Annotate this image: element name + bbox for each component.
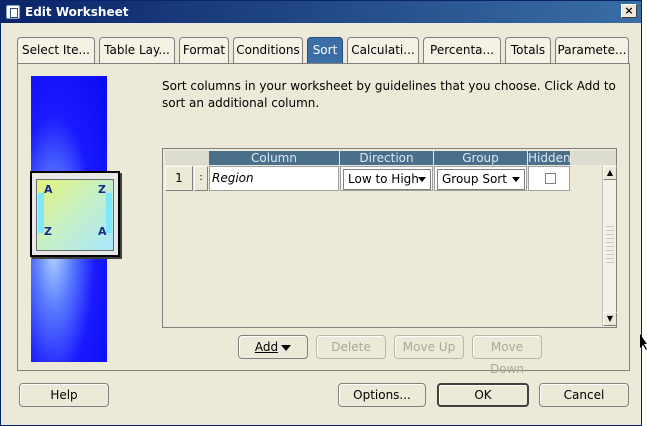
direction-value: Low to High <box>348 172 419 186</box>
chevron-down-icon <box>512 177 520 182</box>
app-icon <box>6 5 20 19</box>
tab-parameters[interactable]: Paramete... <box>555 37 629 64</box>
options-button[interactable]: Options... <box>338 383 426 407</box>
ok-button[interactable]: OK <box>437 383 529 407</box>
scroll-up-button[interactable]: ▲ <box>603 166 617 180</box>
sort-tab-panel: A Z Z A Sort columns in your worksheet b… <box>17 63 630 376</box>
header-direction: Direction <box>340 151 433 165</box>
header-hidden: Hidden <box>528 151 571 165</box>
sort-grid: Column Direction Group Hidden 1 : Region… <box>162 148 617 328</box>
tab-select-items[interactable]: Select Ite... <box>17 37 95 64</box>
close-button[interactable]: × <box>621 4 637 18</box>
add-button[interactable]: Add <box>238 335 308 359</box>
edit-worksheet-dialog: Edit Worksheet × Select Ite... Table Lay… <box>0 0 642 426</box>
row-number[interactable]: 1 <box>165 166 193 191</box>
header-column: Column <box>209 151 339 165</box>
direction-dropdown[interactable]: Low to High <box>343 169 431 190</box>
tab-calculations[interactable]: Calculati... <box>347 37 419 64</box>
scroll-down-button[interactable]: ▼ <box>603 312 617 326</box>
tab-percentages[interactable]: Percenta... <box>423 37 501 64</box>
letter-z-top: Z <box>98 183 106 196</box>
title-bar: Edit Worksheet × <box>1 1 641 23</box>
chevron-down-icon <box>418 177 426 182</box>
sort-illustration-icon: A Z Z A <box>30 171 120 257</box>
add-label: Add <box>254 340 279 354</box>
delete-button[interactable]: Delete <box>316 335 386 359</box>
column-cell[interactable]: Region <box>209 166 339 191</box>
grid-corner <box>165 151 209 165</box>
tab-sort[interactable]: Sort <box>307 37 343 65</box>
move-down-button[interactable]: Move Down <box>472 335 542 376</box>
cancel-button[interactable]: Cancel <box>539 383 629 407</box>
hidden-checkbox[interactable] <box>545 173 556 184</box>
grid-vertical-scrollbar[interactable]: ▲ ▼ <box>602 166 617 326</box>
group-value: Group Sort <box>442 172 507 186</box>
mouse-cursor-icon <box>640 334 647 350</box>
caret-down-icon <box>281 344 292 351</box>
header-group: Group <box>434 151 527 165</box>
tab-totals[interactable]: Totals <box>505 37 551 64</box>
help-button[interactable]: Help <box>19 383 109 407</box>
tab-strip: Select Ite... Table Lay... Format Condit… <box>17 37 629 65</box>
scroll-grip[interactable] <box>606 226 614 266</box>
group-dropdown[interactable]: Group Sort <box>437 169 525 190</box>
move-up-button[interactable]: Move Up <box>394 335 464 359</box>
window-title: Edit Worksheet <box>25 5 129 19</box>
tab-conditions[interactable]: Conditions <box>233 37 303 64</box>
letter-a-top: A <box>44 183 53 196</box>
row-handle[interactable]: : <box>194 166 208 191</box>
sort-instructions: Sort columns in your worksheet by guidel… <box>162 79 616 110</box>
letter-z-bottom: Z <box>44 225 52 238</box>
letter-a-bottom: A <box>98 225 107 238</box>
tab-format[interactable]: Format <box>179 37 229 64</box>
tab-table-layout[interactable]: Table Lay... <box>99 37 175 64</box>
